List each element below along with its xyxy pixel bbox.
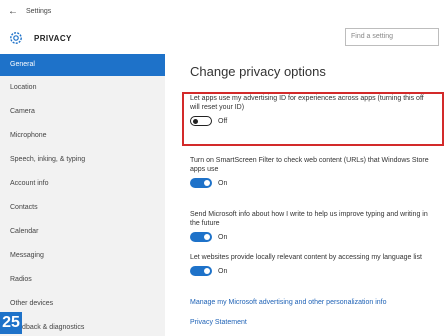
sidebar-item-account-info[interactable]: Account info — [0, 172, 165, 196]
toggle-state-label: On — [218, 267, 228, 275]
toggle-state-label: On — [218, 179, 228, 187]
language-list-toggle[interactable] — [190, 266, 212, 276]
sidebar-item-speech[interactable]: Speech, inking, & typing — [0, 148, 165, 172]
sidebar-item-general[interactable]: General — [0, 54, 165, 76]
setting-description: Send Microsoft info about how I write to… — [190, 211, 428, 227]
privacy-statement-link[interactable]: Privacy Statement — [190, 319, 247, 326]
sidebar-item-radios[interactable]: Radios — [0, 268, 165, 292]
setting-advertising-id: Let apps use my advertising ID for exper… — [190, 94, 430, 126]
writing-info-toggle[interactable] — [190, 232, 212, 242]
advertising-id-toggle[interactable] — [190, 116, 212, 126]
gear-icon — [10, 32, 22, 44]
setting-description: Let websites provide locally relevant co… — [190, 254, 422, 261]
page-title: Change privacy options — [190, 64, 326, 79]
sidebar-item-feedback[interactable]: Feedback & diagnostics — [0, 316, 165, 336]
setting-writing-info: Send Microsoft info about how I write to… — [190, 210, 430, 242]
page-number-badge: 25 — [0, 312, 22, 334]
sidebar-item-microphone[interactable]: Microphone — [0, 124, 165, 148]
setting-smartscreen: Turn on SmartScreen Filter to check web … — [190, 156, 430, 188]
sidebar-item-other-devices[interactable]: Other devices — [0, 292, 165, 316]
setting-language-list: Let websites provide locally relevant co… — [190, 253, 430, 276]
back-arrow-icon[interactable]: ← — [8, 6, 26, 17]
toggle-state-label: On — [218, 233, 228, 241]
sidebar-item-camera[interactable]: Camera — [0, 100, 165, 124]
page-header: PRIVACY Find a setting — [0, 24, 447, 52]
sidebar-item-calendar[interactable]: Calendar — [0, 220, 165, 244]
sidebar-item-messaging[interactable]: Messaging — [0, 244, 165, 268]
toggle-state-label: Off — [218, 117, 228, 125]
section-title: PRIVACY — [34, 33, 72, 43]
sidebar-item-location[interactable]: Location — [0, 76, 165, 100]
setting-description: Turn on SmartScreen Filter to check web … — [190, 157, 429, 173]
main-content: Change privacy options Let apps use my a… — [178, 54, 444, 336]
smartscreen-toggle[interactable] — [190, 178, 212, 188]
app-title: Settings — [26, 7, 52, 15]
manage-advertising-link[interactable]: Manage my Microsoft advertising and othe… — [190, 299, 387, 306]
sidebar: General Location Camera Microphone Speec… — [0, 54, 165, 336]
search-input[interactable]: Find a setting — [345, 28, 439, 46]
setting-description: Let apps use my advertising ID for exper… — [190, 95, 424, 111]
titlebar: ← Settings — [0, 0, 447, 22]
sidebar-item-contacts[interactable]: Contacts — [0, 196, 165, 220]
